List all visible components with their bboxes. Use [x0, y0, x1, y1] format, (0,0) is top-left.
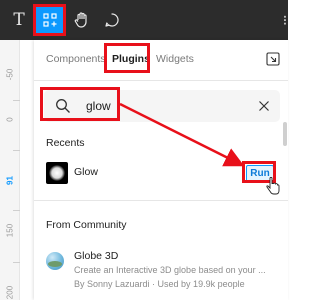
text-tool-button[interactable]: T	[8, 6, 30, 34]
tab-components[interactable]: Components	[46, 53, 106, 65]
resources-panel: Components Plugins Widgets Recents Glow …	[34, 40, 288, 300]
ruler-mark: -50	[5, 68, 15, 81]
plugin-description: Create an Interactive 3D globe based on …	[74, 265, 266, 275]
plugin-search-box[interactable]	[44, 90, 280, 122]
annotation-highlight-resources	[33, 4, 66, 36]
plugin-meta: By Sonny Lazuardi · Used by 19.9k people	[74, 279, 245, 289]
resource-tabs: Components Plugins Widgets	[34, 40, 288, 80]
comment-tool-button[interactable]	[100, 8, 124, 32]
ruler-mark: 200	[5, 285, 15, 300]
search-icon	[56, 99, 70, 113]
ruler-tick	[13, 100, 20, 101]
ruler-tick	[13, 210, 20, 211]
ruler-tick	[13, 262, 20, 263]
expand-window-icon[interactable]	[266, 52, 280, 66]
plugin-row-globe-3d[interactable]: Globe 3D Create an Interactive 3D globe …	[34, 244, 288, 300]
glow-plugin-icon	[46, 162, 68, 184]
more-options-button[interactable]: ⁝	[278, 8, 292, 32]
globe-plugin-icon	[46, 252, 64, 270]
close-icon[interactable]	[258, 100, 270, 112]
plugin-name: Glow	[74, 166, 98, 178]
scrollbar-thumb[interactable]	[283, 122, 287, 146]
plugin-name: Globe 3D	[74, 250, 119, 262]
hand-tool-button[interactable]	[70, 8, 94, 32]
tab-plugins[interactable]: Plugins	[112, 53, 150, 65]
section-divider	[34, 200, 288, 201]
plugin-row-glow[interactable]: Glow Run	[34, 158, 288, 188]
tab-widgets[interactable]: Widgets	[156, 53, 194, 65]
comment-bubble-icon	[105, 13, 119, 27]
ruler-mark-active: 91	[5, 176, 15, 185]
search-input[interactable]	[86, 97, 236, 115]
ruler-tick	[13, 150, 20, 151]
ruler-mark: 0	[5, 117, 15, 122]
more-vertical-icon: ⁝	[282, 11, 288, 28]
community-heading: From Community	[46, 219, 127, 231]
tabs-divider	[34, 80, 288, 81]
cursor-pointer-icon	[266, 177, 280, 195]
vertical-ruler: -50 0 91 150 200	[0, 40, 20, 300]
hand-icon	[74, 12, 87, 28]
recents-heading: Recents	[46, 137, 85, 149]
ruler-mark: 150	[5, 223, 15, 238]
text-icon: T	[13, 10, 25, 30]
